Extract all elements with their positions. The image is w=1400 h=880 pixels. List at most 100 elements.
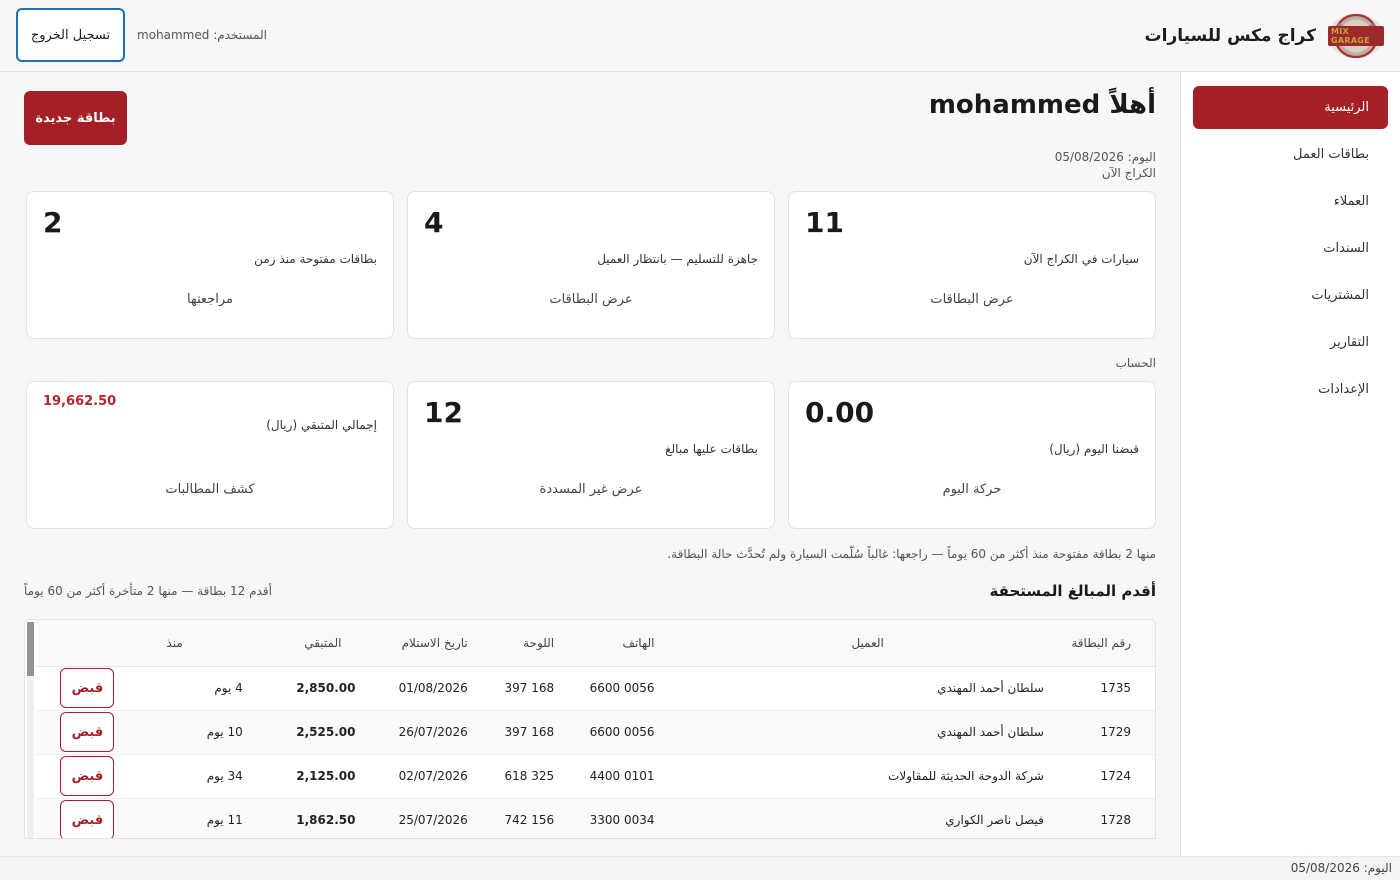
sidebar-item-purchases[interactable]: المشتريات — [1193, 274, 1388, 317]
col-received: تاريخ الاستلام — [355, 620, 468, 667]
dues-table-container: رقم البطاقة العميل الهاتف اللوحة تاريخ ا… — [24, 619, 1156, 839]
stat-value: 12 — [424, 396, 463, 429]
new-card-button[interactable]: بطاقة جديدة — [24, 91, 127, 145]
stat-card-collected-today: 0.00 قبضنا اليوم (ريال) حركة اليوم — [788, 381, 1156, 529]
stat-value: 2 — [43, 206, 63, 239]
col-client: العميل — [654, 620, 1044, 667]
cell-action: قبض — [37, 798, 137, 838]
sidebar-item-customers[interactable]: العملاء — [1193, 180, 1388, 223]
cell-plate: 397 168 — [467, 710, 555, 755]
stat-card-cars-in-garage: 11 سيارات في الكراج الآن عرض البطاقات — [788, 191, 1156, 339]
account-section-label: الحساب — [1115, 356, 1156, 370]
footer-date: اليوم: 05/08/2026 — [1290, 861, 1392, 875]
stat-link[interactable]: مراجعتها — [27, 292, 393, 307]
oldest-dues-title: أقدم المبالغ المستحقة — [989, 582, 1156, 600]
cell-phone: 3300 0034 — [554, 798, 655, 838]
table-scrollbar[interactable] — [27, 622, 34, 838]
top-header: MIX GARAGE كراج مكس للسيارات تسجيل الخرو… — [0, 0, 1400, 72]
stat-label: سيارات في الكراج الآن — [1023, 252, 1139, 266]
table-row[interactable]: 1729 سلطان أحمد المهندي 6600 0056 397 16… — [37, 710, 1155, 755]
garage-logo: MIX GARAGE — [1328, 14, 1384, 58]
footer: اليوم: 05/08/2026 — [0, 856, 1400, 880]
brand-title: كراج مكس للسيارات — [1144, 26, 1316, 46]
cell-phone: 4400 0101 — [554, 754, 655, 799]
cell-plate: 742 156 — [467, 798, 555, 838]
stat-label: بطاقات مفتوحة منذ زمن — [254, 252, 377, 266]
col-since: منذ — [136, 620, 243, 667]
stat-card-total-remaining: 19,662.50 إجمالي المتبقي (ريال) كشف المط… — [26, 381, 394, 529]
dues-table: رقم البطاقة العميل الهاتف اللوحة تاريخ ا… — [37, 620, 1155, 838]
stat-value: 4 — [424, 206, 444, 239]
cell-action: قبض — [37, 710, 137, 755]
pay-button[interactable]: قبض — [60, 756, 115, 796]
page-title: أهلاً mohammed — [928, 90, 1156, 120]
cell-client: سلطان أحمد المهندي — [654, 666, 1044, 711]
stat-link[interactable]: عرض غير المسددة — [408, 482, 774, 497]
stat-label: إجمالي المتبقي (ريال) — [266, 418, 377, 432]
cell-received: 26/07/2026 — [355, 710, 468, 755]
stat-value: 0.00 — [805, 396, 875, 429]
current-user-label: المستخدم: mohammed — [137, 28, 267, 42]
cell-received: 02/07/2026 — [355, 754, 468, 799]
stat-card-ready-delivery: 4 جاهزة للتسليم — بانتظار العميل عرض الب… — [407, 191, 775, 339]
cell-remaining: 1,862.50 — [242, 798, 356, 838]
scrollbar-thumb[interactable] — [27, 622, 34, 676]
cell-received: 25/07/2026 — [355, 798, 468, 838]
cell-client: شركة الدوحة الحديثة للمقاولات — [654, 754, 1044, 799]
oldest-dues-subtitle: أقدم 12 بطاقة — منها 2 متأخرة أكثر من 60… — [24, 584, 272, 598]
logo-text: MIX GARAGE — [1328, 26, 1384, 46]
stat-link[interactable]: حركة اليوم — [789, 482, 1155, 497]
stat-label: جاهزة للتسليم — بانتظار العميل — [597, 252, 758, 266]
stat-value: 19,662.50 — [43, 394, 117, 409]
sidebar-item-vouchers[interactable]: السندات — [1193, 227, 1388, 270]
cell-card-no: 1729 — [1043, 710, 1155, 755]
cell-card-no: 1724 — [1043, 754, 1155, 799]
garage-section-label: الكراج الآن — [1101, 166, 1156, 180]
cell-since: 4 يوم — [136, 666, 243, 711]
col-phone: الهاتف — [554, 620, 655, 667]
table-row[interactable]: 1728 فيصل ناصر الكواري 3300 0034 742 156… — [37, 798, 1155, 838]
cell-received: 01/08/2026 — [355, 666, 468, 711]
table-row[interactable]: 1724 شركة الدوحة الحديثة للمقاولات 4400 … — [37, 754, 1155, 799]
cell-since: 34 يوم — [136, 754, 243, 799]
user-area: تسجيل الخروج المستخدم: mohammed — [16, 8, 267, 62]
sidebar: الرئيسية بطاقات العمل العملاء السندات ال… — [1180, 72, 1400, 856]
cell-plate: 397 168 — [467, 666, 555, 711]
table-row[interactable]: 1735 سلطان أحمد المهندي 6600 0056 397 16… — [37, 666, 1155, 711]
col-remaining: المتبقي — [242, 620, 356, 667]
cell-action: قبض — [37, 666, 137, 711]
cell-remaining: 2,125.00 — [242, 754, 356, 799]
sidebar-item-home[interactable]: الرئيسية — [1193, 86, 1388, 129]
greeting-row: أهلاً mohammed اليوم: 05/08/2026 بطاقة ج… — [24, 90, 1156, 170]
stat-link[interactable]: كشف المطالبات — [27, 482, 393, 497]
pay-button[interactable]: قبض — [60, 712, 115, 752]
stat-link[interactable]: عرض البطاقات — [789, 292, 1155, 307]
sidebar-item-settings[interactable]: الإعدادات — [1193, 368, 1388, 411]
account-cards: 0.00 قبضنا اليوم (ريال) حركة اليوم 12 بط… — [24, 381, 1156, 529]
stat-card-unpaid-cards: 12 بطاقات عليها مبالغ عرض غير المسددة — [407, 381, 775, 529]
stat-label: بطاقات عليها مبالغ — [665, 442, 758, 456]
cell-card-no: 1735 — [1043, 666, 1155, 711]
stat-link[interactable]: عرض البطاقات — [408, 292, 774, 307]
sidebar-item-reports[interactable]: التقارير — [1193, 321, 1388, 364]
cell-since: 10 يوم — [136, 710, 243, 755]
today-date: اليوم: 05/08/2026 — [1054, 150, 1156, 164]
cell-card-no: 1728 — [1043, 798, 1155, 838]
col-action — [37, 620, 137, 667]
stat-value: 11 — [805, 206, 844, 239]
garage-cards: 11 سيارات في الكراج الآن عرض البطاقات 4 … — [24, 191, 1156, 339]
cell-phone: 6600 0056 — [554, 666, 655, 711]
cell-since: 11 يوم — [136, 798, 243, 838]
cell-action: قبض — [37, 754, 137, 799]
cell-client: فيصل ناصر الكواري — [654, 798, 1044, 838]
pay-button[interactable]: قبض — [60, 668, 115, 708]
table-header-row: رقم البطاقة العميل الهاتف اللوحة تاريخ ا… — [37, 620, 1155, 667]
brand[interactable]: MIX GARAGE كراج مكس للسيارات — [1145, 12, 1384, 60]
stat-label: قبضنا اليوم (ريال) — [1049, 442, 1139, 456]
pay-button[interactable]: قبض — [60, 800, 115, 838]
cell-remaining: 2,525.00 — [242, 710, 356, 755]
sidebar-item-job-cards[interactable]: بطاقات العمل — [1193, 133, 1388, 176]
col-card-no: رقم البطاقة — [1043, 620, 1155, 667]
logout-button[interactable]: تسجيل الخروج — [16, 8, 125, 62]
col-plate: اللوحة — [467, 620, 555, 667]
